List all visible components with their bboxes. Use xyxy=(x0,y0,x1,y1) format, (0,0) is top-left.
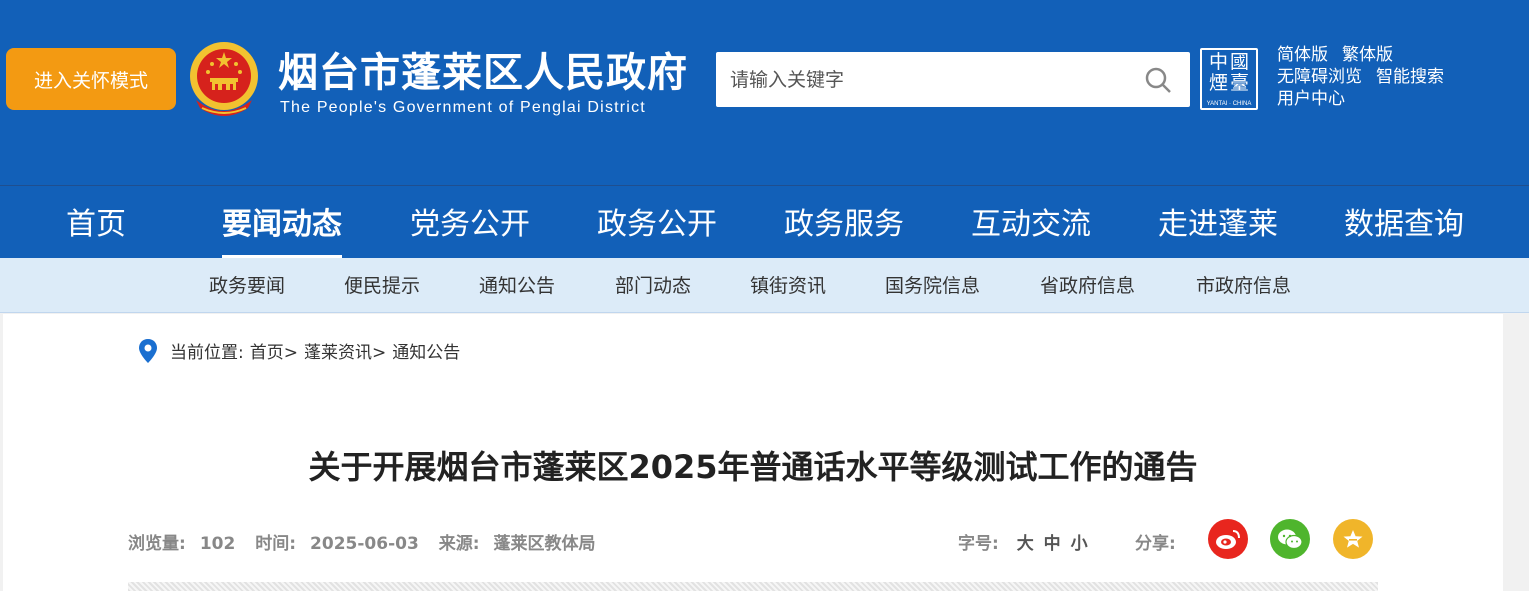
china-yantai-logo[interactable]: 中國煙臺 YANTAI · CHINA xyxy=(1200,48,1258,110)
article-source: 蓬莱区教体局 xyxy=(493,534,596,554)
national-emblem-icon xyxy=(190,42,258,116)
header: 进入关怀模式 烟台市蓬莱区人民政府 The People's Governmen… xyxy=(0,0,1529,185)
share-weibo-button[interactable] xyxy=(1208,519,1248,559)
user-center-link[interactable]: 用户中心 xyxy=(1277,89,1345,109)
simplified-link[interactable]: 简体版 xyxy=(1277,45,1328,65)
font-size-medium[interactable]: 中 xyxy=(1044,534,1061,554)
share-favorite-button[interactable] xyxy=(1333,519,1373,559)
subnav-item-department-news[interactable]: 部门动态 xyxy=(615,258,691,313)
article-meta: 浏览量: 102 时间: 2025-06-03 来源: 蓬莱区教体局 xyxy=(128,529,610,554)
smart-search-link[interactable]: 智能搜索 xyxy=(1376,67,1444,87)
site-title: 烟台市蓬莱区人民政府 xyxy=(278,50,688,96)
traditional-link[interactable]: 繁体版 xyxy=(1342,45,1393,65)
search-icon[interactable] xyxy=(1144,66,1172,94)
china-logo-text: 中國煙臺 xyxy=(1208,51,1251,94)
subnav-item-provincial[interactable]: 省政府信息 xyxy=(1040,258,1135,313)
nav-item-news[interactable]: 要闻动态 xyxy=(222,186,342,259)
source-label: 来源: xyxy=(438,534,480,554)
article-panel: 当前位置: 首页> 蓬莱资讯> 通知公告 关于开展烟台市蓬莱区2025年普通话水… xyxy=(3,314,1503,591)
china-logo-sub: YANTAI · CHINA xyxy=(1206,101,1252,107)
subnav-item-municipal[interactable]: 市政府信息 xyxy=(1196,258,1291,313)
content-divider xyxy=(128,582,1378,591)
subnav-item-state-council[interactable]: 国务院信息 xyxy=(885,258,980,313)
nav-item-government-affairs[interactable]: 政务公开 xyxy=(597,186,717,259)
breadcrumb-home[interactable]: 首页> xyxy=(250,338,298,363)
font-size-large[interactable]: 大 xyxy=(1017,534,1034,554)
subnav-item-notices[interactable]: 通知公告 xyxy=(479,258,555,313)
subnav-item-town-news[interactable]: 镇街资讯 xyxy=(750,258,826,313)
font-size-small[interactable]: 小 xyxy=(1071,534,1088,554)
accessibility-link[interactable]: 无障碍浏览 xyxy=(1277,67,1362,87)
main-nav: 首页 要闻动态 党务公开 政务公开 政务服务 互动交流 走进蓬莱 数据查询 xyxy=(0,185,1529,258)
weibo-icon xyxy=(1216,530,1240,549)
font-size-control: 字号: 大 中 小 xyxy=(958,529,1088,554)
share-wechat-button[interactable] xyxy=(1270,519,1310,559)
nav-item-data-query[interactable]: 数据查询 xyxy=(1344,186,1464,259)
font-size-label: 字号: xyxy=(958,534,999,554)
article-title: 关于开展烟台市蓬莱区2025年普通话水平等级测试工作的通告 xyxy=(308,448,1198,486)
subnav-item-gov-news[interactable]: 政务要闻 xyxy=(209,258,285,313)
time-label: 时间: xyxy=(255,534,297,554)
views-label: 浏览量: xyxy=(128,534,186,554)
nav-item-about-penglai[interactable]: 走进蓬莱 xyxy=(1158,186,1278,259)
star-icon xyxy=(1343,530,1363,548)
search-box xyxy=(716,52,1190,107)
nav-item-interaction[interactable]: 互动交流 xyxy=(971,186,1091,259)
nav-item-party-affairs[interactable]: 党务公开 xyxy=(410,186,530,259)
wechat-icon xyxy=(1278,529,1303,550)
breadcrumb-notices[interactable]: 通知公告 xyxy=(392,338,460,363)
nav-item-services[interactable]: 政务服务 xyxy=(784,186,904,259)
care-mode-button[interactable]: 进入关怀模式 xyxy=(6,48,176,110)
sub-nav: 政务要闻 便民提示 通知公告 部门动态 镇街资讯 国务院信息 省政府信息 市政府… xyxy=(0,258,1529,313)
breadcrumb: 当前位置: 首页> 蓬莱资讯> 通知公告 xyxy=(138,338,460,363)
views-count: 102 xyxy=(199,534,236,554)
location-pin-icon xyxy=(139,338,157,363)
subnav-item-tips[interactable]: 便民提示 xyxy=(344,258,420,313)
breadcrumb-penglai-news[interactable]: 蓬莱资讯> xyxy=(304,338,386,363)
site-subtitle: The People's Government of Penglai Distr… xyxy=(280,99,646,116)
breadcrumb-label: 当前位置: xyxy=(170,343,244,363)
top-links: 简体版 繁体版 无障碍浏览 智能搜索 用户中心 xyxy=(1277,44,1458,110)
nav-item-home[interactable]: 首页 xyxy=(66,186,126,259)
publish-time: 2025-06-03 xyxy=(310,534,419,554)
search-input[interactable] xyxy=(716,52,1136,107)
share-label: 分享: xyxy=(1135,534,1176,554)
